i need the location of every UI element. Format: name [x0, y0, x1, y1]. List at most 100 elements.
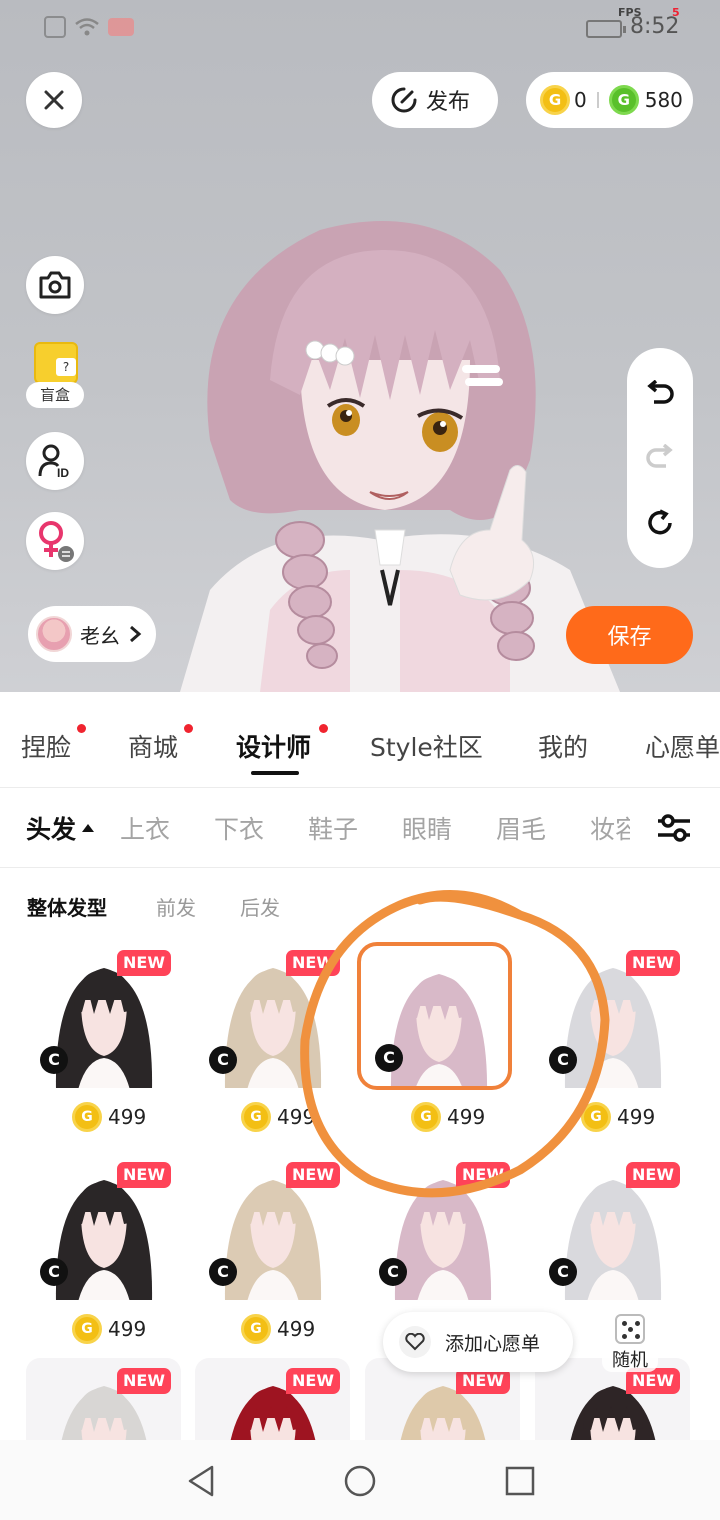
new-badge: NEW — [286, 950, 340, 976]
notification-icon — [44, 16, 66, 38]
undo-icon — [647, 380, 674, 404]
hair-item-card[interactable]: NEW C — [535, 1152, 690, 1300]
avatar-preview[interactable]: FPS 5 8:52 发布 G 0 G 580 ? 盲盒 ID 老幺 保存 — [0, 0, 720, 692]
undo-button[interactable] — [640, 374, 680, 414]
home-nav-icon[interactable] — [343, 1464, 377, 1498]
tab-mall[interactable]: 商城 — [128, 724, 193, 764]
price-value: 499 — [447, 1105, 486, 1129]
category-shoes[interactable]: 鞋子 — [308, 810, 358, 846]
new-badge: NEW — [286, 1368, 340, 1394]
save-button[interactable]: 保存 — [566, 606, 693, 664]
tab-label: 商城 — [128, 733, 179, 762]
category-hair[interactable]: 头发 — [26, 810, 95, 846]
caret-up-icon — [82, 824, 95, 832]
new-badge: NEW — [626, 950, 680, 976]
camera-icon — [39, 271, 71, 299]
gender-switch-button[interactable] — [26, 512, 84, 570]
filter-icon[interactable] — [654, 808, 694, 848]
main-tabs: 捏脸 商城 设计师 Style社区 我的 心愿单 — [0, 692, 720, 788]
reset-icon — [648, 509, 672, 535]
item-price: G 499 — [411, 1102, 485, 1132]
hair-item-card[interactable]: NEW — [26, 1358, 181, 1440]
price-value: 499 — [617, 1105, 656, 1129]
hair-tab-front[interactable]: 前发 — [156, 892, 196, 921]
female-icon — [39, 521, 74, 562]
random-button[interactable]: 随机 — [602, 1312, 658, 1372]
creator-badge-icon: C — [40, 1258, 68, 1286]
notification-dot — [184, 724, 193, 733]
hair-item-card[interactable]: NEW C — [26, 1152, 181, 1300]
price-value: 499 — [108, 1105, 147, 1129]
reset-button[interactable] — [640, 503, 680, 543]
blindbox-button[interactable]: ? 盲盒 — [26, 342, 86, 408]
creator-badge-icon: C — [379, 1258, 407, 1286]
tab-label: 设计师 — [236, 733, 312, 762]
category-label: 头发 — [26, 815, 77, 844]
category-bottom[interactable]: 下衣 — [214, 810, 264, 846]
creator-badge-icon: C — [209, 1258, 237, 1286]
system-nav-bar — [0, 1440, 720, 1520]
item-price: G 499 — [241, 1314, 315, 1344]
item-price: G 499 — [72, 1314, 146, 1344]
hair-item-card[interactable]: NEW C — [26, 940, 181, 1088]
hair-item-card[interactable]: NEW C — [195, 1152, 350, 1300]
dice-icon — [615, 1314, 645, 1344]
currency-display[interactable]: G 0 G 580 — [526, 72, 693, 128]
avatar-model[interactable] — [150, 210, 620, 692]
item-price: G 499 — [72, 1102, 146, 1132]
tab-style-community[interactable]: Style社区 — [370, 728, 483, 764]
camera-button[interactable] — [26, 256, 84, 314]
status-bar: FPS 5 8:52 — [0, 0, 720, 56]
nickname: 老幺 — [80, 623, 120, 648]
hair-tab-back[interactable]: 后发 — [240, 892, 280, 921]
user-id-icon: ID — [38, 444, 69, 479]
category-eyebrows[interactable]: 眉毛 — [496, 810, 546, 846]
tab-label: 我的 — [538, 733, 589, 762]
gold-coin-icon: G — [241, 1314, 271, 1344]
creator-badge-icon: C — [40, 1046, 68, 1074]
back-nav-icon[interactable] — [184, 1464, 218, 1498]
status-icons — [44, 16, 134, 38]
green-coin-count: 580 — [644, 88, 683, 112]
category-makeup[interactable]: 妆容 — [590, 810, 630, 846]
green-coin-icon: G — [608, 85, 639, 115]
id-button[interactable]: ID — [26, 432, 84, 490]
category-eyes[interactable]: 眼睛 — [402, 810, 452, 846]
tab-wishlist[interactable]: 心愿单 — [645, 728, 720, 764]
new-badge: NEW — [286, 1162, 340, 1188]
app-badge-icon — [108, 18, 134, 36]
gold-coin-icon: G — [581, 1102, 611, 1132]
notification-dot — [77, 724, 86, 733]
category-top[interactable]: 上衣 — [120, 810, 170, 846]
tab-label: Style社区 — [370, 733, 483, 762]
wishlist-label: 添加心愿单 — [445, 1332, 541, 1355]
redo-button[interactable] — [640, 438, 680, 478]
close-button[interactable] — [26, 72, 82, 128]
tab-mine[interactable]: 我的 — [538, 728, 588, 764]
creator-badge-icon: C — [209, 1046, 237, 1074]
tab-designer[interactable]: 设计师 — [236, 724, 328, 764]
hair-item-card[interactable]: NEW C — [195, 940, 350, 1088]
gold-coin-icon: G — [72, 1314, 102, 1344]
publish-button[interactable]: 发布 — [372, 72, 498, 128]
active-tab-indicator — [251, 771, 299, 775]
item-price: G 499 — [241, 1102, 315, 1132]
recents-nav-icon[interactable] — [503, 1464, 537, 1498]
gold-coin-icon: G — [241, 1102, 271, 1132]
hair-item-card[interactable]: NEW C — [365, 1152, 520, 1300]
gold-coin-icon: G — [72, 1102, 102, 1132]
hair-item-card[interactable]: C — [357, 942, 512, 1090]
heart-icon — [399, 1326, 431, 1358]
tab-pinch-face[interactable]: 捏脸 — [21, 724, 86, 764]
nickname-button[interactable]: 老幺 — [28, 606, 156, 662]
publish-label: 发布 — [426, 90, 471, 115]
hair-subtabs: 整体发型 前发 后发 — [0, 888, 720, 928]
editor-panel: 捏脸 商城 设计师 Style社区 我的 心愿单 头发 上衣 下衣 鞋子 眼睛 … — [0, 692, 720, 1440]
blindbox-icon: ? — [34, 342, 78, 384]
hair-item-card[interactable]: NEW C — [535, 940, 690, 1088]
hair-tab-overall[interactable]: 整体发型 — [27, 892, 107, 921]
redo-icon — [646, 444, 673, 468]
add-wishlist-button[interactable]: 添加心愿单 — [383, 1312, 573, 1372]
tab-label: 捏脸 — [21, 733, 72, 762]
hair-item-card[interactable]: NEW — [195, 1358, 350, 1440]
